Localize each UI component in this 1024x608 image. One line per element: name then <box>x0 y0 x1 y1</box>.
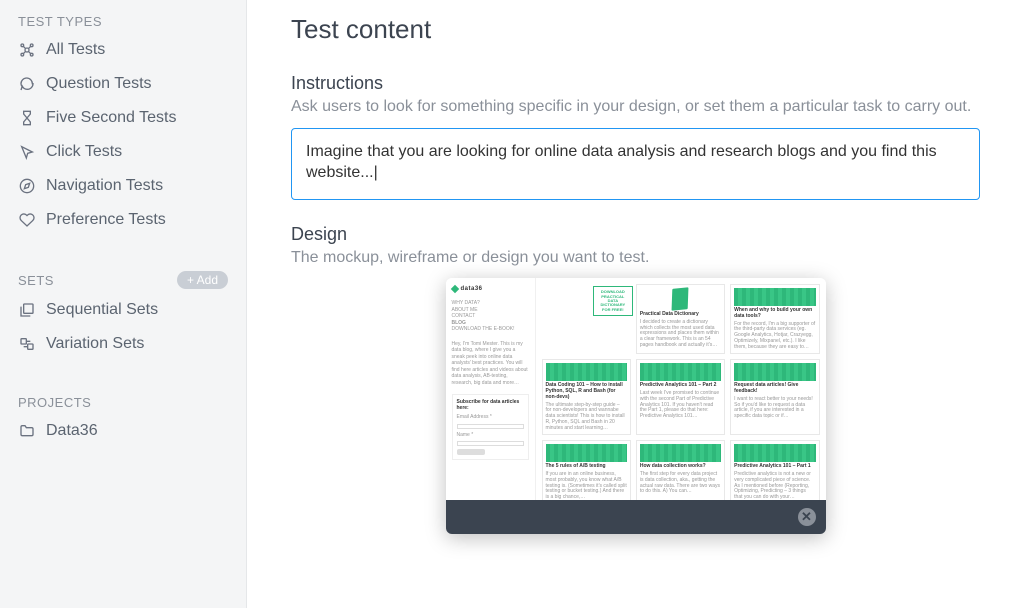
sidebar-item-label: Question Tests <box>46 75 152 93</box>
preview-card: Request data articles! Give feedback! I … <box>730 359 819 435</box>
preview-footer: ✕ <box>446 500 826 534</box>
test-types-header: TEST TYPES <box>0 6 246 33</box>
instructions-input[interactable]: Imagine that you are looking for online … <box>291 128 980 200</box>
sidebar-item-label: Click Tests <box>46 143 122 161</box>
sidebar-item-label: Five Second Tests <box>46 109 176 127</box>
cursor-icon <box>18 144 36 160</box>
section-title: TEST TYPES <box>18 14 102 29</box>
sidebar-item-sequential-sets[interactable]: Sequential Sets <box>0 293 246 327</box>
sidebar: TEST TYPES All Tests Question Tests Five… <box>0 0 247 608</box>
page-title: Test content <box>291 14 980 45</box>
switch-icon <box>18 336 36 352</box>
preview-intro: Hey, I'm Tomi Mester. This is my data bl… <box>452 341 529 387</box>
instructions-label: Instructions <box>291 73 980 94</box>
instructions-block: Instructions Ask users to look for somet… <box>291 73 980 200</box>
section-title: SETS <box>18 273 54 288</box>
main-content: Test content Instructions Ask users to l… <box>247 0 1024 608</box>
preview-body: data36 WHY DATA? ABOUT ME CONTACT BLOG D… <box>446 278 826 500</box>
preview-subscribe: Subscribe for data articles here: Email … <box>452 394 529 460</box>
design-block: Design The mockup, wireframe or design y… <box>291 224 980 535</box>
preview-card: When and why to build your own data tool… <box>730 284 819 354</box>
sidebar-item-click-tests[interactable]: Click Tests <box>0 135 246 169</box>
projects-header: PROJECTS <box>0 387 246 414</box>
sidebar-item-label: Variation Sets <box>46 335 144 353</box>
preview-card: Predictive Analytics 101 – Part 1 Predic… <box>730 440 819 500</box>
preview-card: How data collection works? The first ste… <box>636 440 725 500</box>
preview-card: Predictive Analytics 101 – Part 2 Last w… <box>636 359 725 435</box>
design-label: Design <box>291 224 980 245</box>
preview-sidebar: data36 WHY DATA? ABOUT ME CONTACT BLOG D… <box>446 278 536 500</box>
add-set-button[interactable]: + Add <box>177 271 228 289</box>
sidebar-item-five-second-tests[interactable]: Five Second Tests <box>0 101 246 135</box>
instructions-desc: Ask users to look for something specific… <box>291 96 980 118</box>
sets-header: SETS + Add <box>0 263 246 293</box>
all-icon <box>18 42 36 58</box>
hourglass-icon <box>18 110 36 126</box>
sidebar-item-all-tests[interactable]: All Tests <box>0 33 246 67</box>
sidebar-item-label: Navigation Tests <box>46 177 163 195</box>
section-title: PROJECTS <box>18 395 91 410</box>
sidebar-item-navigation-tests[interactable]: Navigation Tests <box>0 169 246 203</box>
compass-icon <box>18 178 36 194</box>
preview-card: Data Coding 101 – How to install Python,… <box>542 359 631 435</box>
question-icon <box>18 76 36 92</box>
sidebar-item-label: Preference Tests <box>46 211 166 229</box>
sidebar-item-label: Sequential Sets <box>46 301 158 319</box>
stack-icon <box>18 302 36 318</box>
projects-list: Data36 <box>0 414 246 448</box>
design-desc: The mockup, wireframe or design you want… <box>291 247 980 269</box>
sidebar-item-variation-sets[interactable]: Variation Sets <box>0 327 246 361</box>
sidebar-item-question-tests[interactable]: Question Tests <box>0 67 246 101</box>
sidebar-item-label: Data36 <box>46 422 98 440</box>
sets-list: Sequential Sets Variation Sets <box>0 293 246 361</box>
sidebar-item-data36[interactable]: Data36 <box>0 414 246 448</box>
sidebar-item-preference-tests[interactable]: Preference Tests <box>0 203 246 237</box>
preview-card: The 5 rules of A/B testing If you are in… <box>542 440 631 500</box>
test-types-list: All Tests Question Tests Five Second Tes… <box>0 33 246 237</box>
heart-icon <box>18 212 36 228</box>
preview-logo: data36 <box>452 286 529 292</box>
close-icon[interactable]: ✕ <box>798 508 816 526</box>
preview-nav: WHY DATA? ABOUT ME CONTACT BLOG DOWNLOAD… <box>452 300 529 333</box>
design-preview[interactable]: data36 WHY DATA? ABOUT ME CONTACT BLOG D… <box>446 278 826 534</box>
preview-grid: Practical Data Dictionary I decided to c… <box>536 278 826 500</box>
preview-card: Practical Data Dictionary I decided to c… <box>636 284 725 354</box>
preview-download-box: DOWNLOAD PRACTICAL DATA DICTIONARY FOR F… <box>593 286 633 316</box>
sidebar-item-label: All Tests <box>46 41 105 59</box>
folder-icon <box>18 423 36 439</box>
